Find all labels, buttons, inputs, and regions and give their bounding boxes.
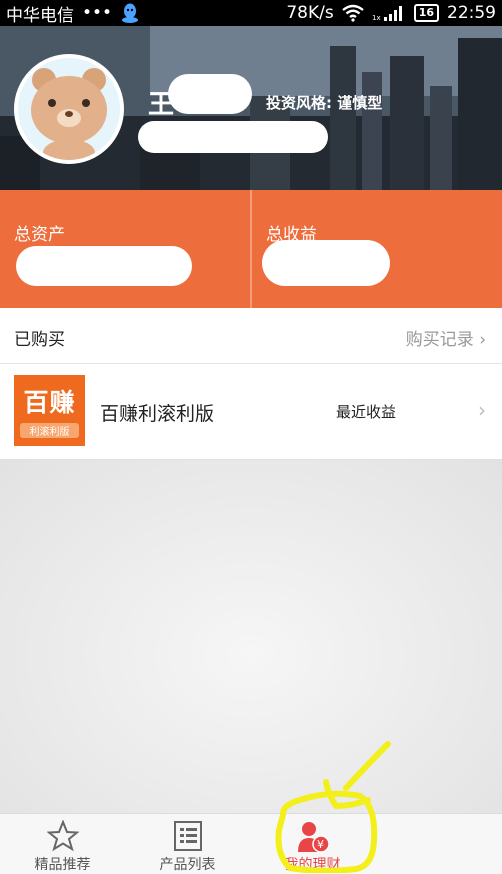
star-icon [0,820,125,854]
redaction-mark [16,246,192,286]
notification-dots: ••• [82,3,113,23]
total-assets-label: 总资产 [14,225,65,245]
redaction-mark [168,74,252,114]
tab-product-list[interactable]: 产品列表 [125,814,250,874]
total-income-cell[interactable]: 总收益 [250,190,502,308]
status-bar: 中华电信 ••• 78K/s 1x 16 22:59 [0,0,502,26]
bottom-tab-bar: 精品推荐 产品列表 ¥ 我的理财 [0,813,502,874]
redaction-mark [262,240,390,286]
chevron-right-icon: › [479,330,486,350]
tab-featured[interactable]: 精品推荐 [0,814,125,874]
content-area [0,460,502,813]
product-logo-subtext: 利滚利版 [20,423,79,438]
qq-icon [120,2,140,24]
product-logo-text: 百赚 [23,388,76,417]
tab-more[interactable] [375,814,500,874]
purchase-record-link[interactable]: 购买记录 › [406,325,486,350]
product-name: 百赚利滚利版 [100,403,215,425]
product-row[interactable]: 百赚 利滚利版 百赚利滚利版 最近收益 › [0,364,502,460]
list-icon [125,820,250,854]
purchase-record-label: 购买记录 [405,330,474,350]
signal-icon: 1x [372,4,406,22]
tab-featured-label: 精品推荐 [34,857,91,873]
risk-style: 投资风格: 谨慎型 [266,94,383,112]
asset-summary: 总资产 总收益 [0,190,502,308]
carrier-name: 中华电信 [6,5,74,26]
svg-text:¥: ¥ [317,838,324,851]
chevron-right-icon: › [478,398,486,422]
redaction-mark [138,121,328,153]
purchased-header: 已购买 购买记录 › [0,308,502,364]
product-logo: 百赚 利滚利版 [14,375,85,446]
profile-header: 王 投资风格: 谨慎型 [0,26,502,190]
battery-icon: 16 [413,4,439,22]
clock: 22:59 [447,3,496,23]
tab-product-list-label: 产品列表 [159,857,216,873]
network-speed: 78K/s [286,3,334,23]
avatar[interactable] [14,54,124,164]
recent-income-label: 最近收益 [336,403,397,421]
tab-my-finance-label: 我的理财 [284,857,341,873]
tab-my-finance[interactable]: ¥ 我的理财 [250,814,375,874]
user-money-icon: ¥ [250,820,375,854]
purchased-title: 已购买 [14,330,65,350]
svg-text:1x: 1x [372,14,381,22]
total-assets-cell[interactable]: 总资产 [0,190,250,308]
wifi-icon [341,4,364,22]
bear-avatar-icon [18,58,120,160]
